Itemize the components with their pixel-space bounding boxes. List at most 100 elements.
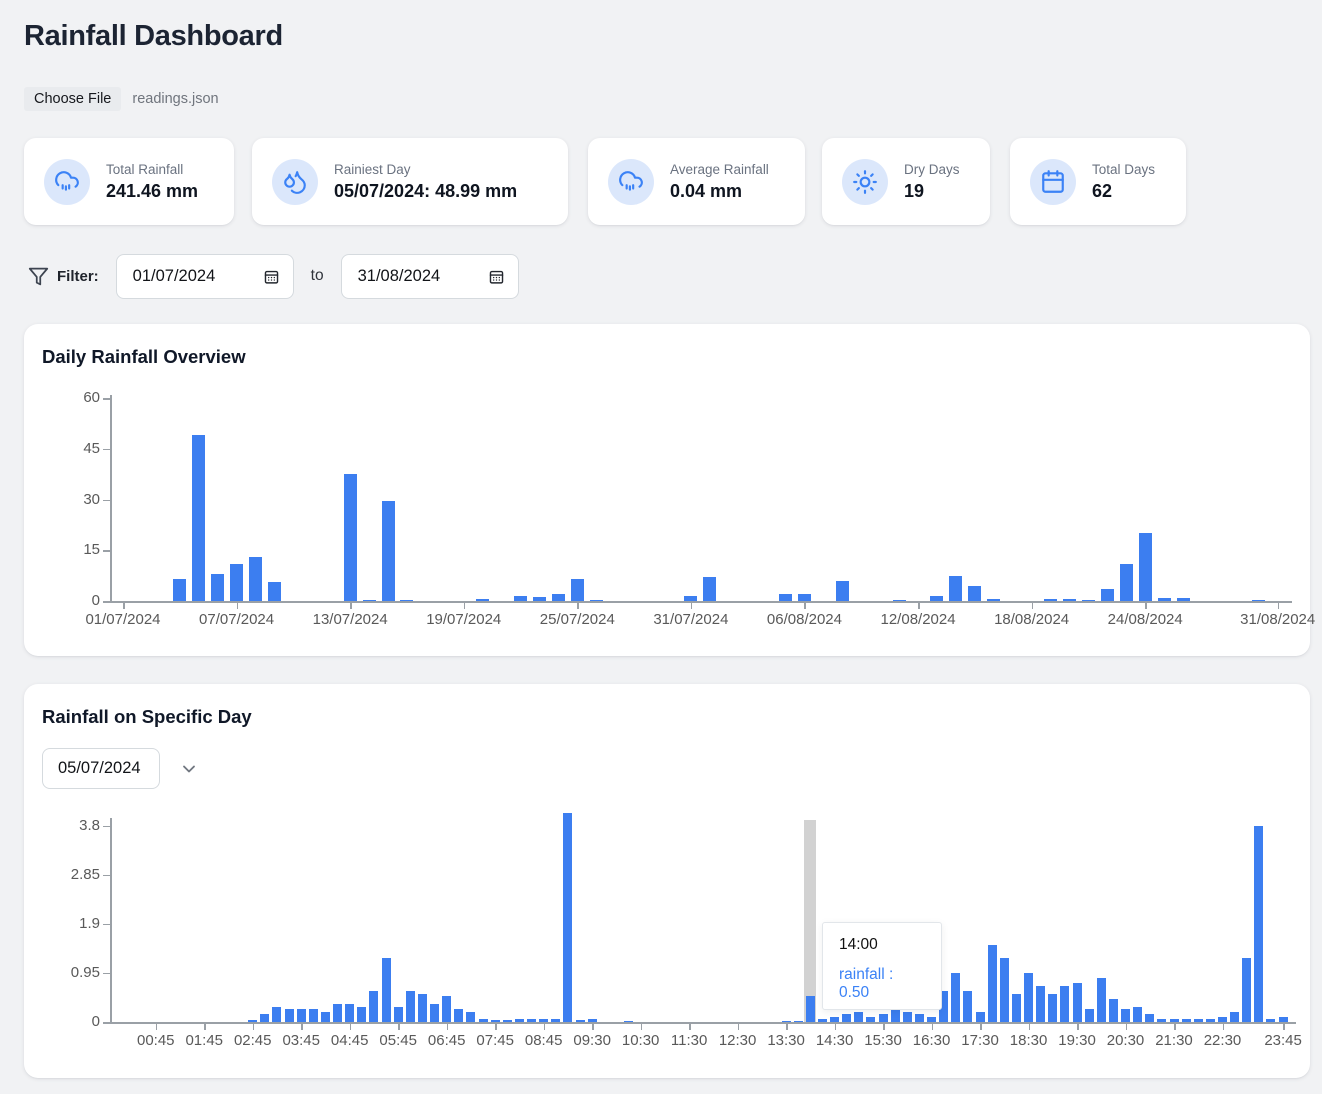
- bar[interactable]: [866, 1017, 875, 1022]
- bar[interactable]: [590, 600, 603, 601]
- bar[interactable]: [248, 1020, 257, 1022]
- bar[interactable]: [466, 1012, 475, 1022]
- bar[interactable]: [1157, 1019, 1166, 1022]
- bar[interactable]: [806, 996, 815, 1022]
- bar[interactable]: [503, 1020, 512, 1022]
- bar[interactable]: [1082, 600, 1095, 601]
- bar[interactable]: [927, 1017, 936, 1022]
- bar[interactable]: [1000, 958, 1009, 1023]
- bar[interactable]: [782, 1021, 791, 1022]
- bar[interactable]: [369, 991, 378, 1022]
- bar[interactable]: [1158, 598, 1171, 601]
- bar[interactable]: [1194, 1019, 1203, 1022]
- bar[interactable]: [684, 596, 697, 601]
- bar[interactable]: [297, 1009, 306, 1022]
- bar[interactable]: [533, 597, 546, 601]
- bar[interactable]: [968, 586, 981, 601]
- bar[interactable]: [260, 1014, 269, 1022]
- bar[interactable]: [1012, 994, 1021, 1022]
- bar[interactable]: [930, 596, 943, 601]
- bar[interactable]: [915, 1014, 924, 1022]
- bar[interactable]: [514, 596, 527, 601]
- bar[interactable]: [285, 1009, 294, 1022]
- bar[interactable]: [1230, 1012, 1239, 1022]
- bar[interactable]: [1073, 983, 1082, 1022]
- bar[interactable]: [836, 581, 849, 601]
- bar[interactable]: [1044, 599, 1057, 601]
- bar[interactable]: [192, 435, 205, 601]
- bar[interactable]: [903, 1012, 912, 1022]
- bar[interactable]: [987, 599, 1000, 601]
- calendar-picker-icon[interactable]: [488, 268, 505, 285]
- bar[interactable]: [1120, 564, 1133, 601]
- bar[interactable]: [552, 594, 565, 601]
- bar[interactable]: [879, 1014, 888, 1022]
- bar[interactable]: [272, 1007, 281, 1022]
- bar[interactable]: [976, 1012, 985, 1022]
- bar[interactable]: [345, 1004, 354, 1022]
- bar[interactable]: [1218, 1017, 1227, 1022]
- bar[interactable]: [988, 945, 997, 1022]
- date-to-input[interactable]: 31/08/2024: [341, 254, 519, 299]
- date-from-input[interactable]: 01/07/2024: [116, 254, 294, 299]
- bar[interactable]: [406, 991, 415, 1022]
- bar[interactable]: [1252, 600, 1265, 601]
- bar[interactable]: [818, 1019, 827, 1022]
- bar[interactable]: [571, 579, 584, 601]
- bar[interactable]: [1085, 1009, 1094, 1022]
- bar[interactable]: [893, 600, 906, 601]
- bar[interactable]: [1177, 598, 1190, 601]
- bar[interactable]: [527, 1019, 536, 1022]
- bar[interactable]: [539, 1019, 548, 1022]
- bar[interactable]: [1254, 826, 1263, 1022]
- bar[interactable]: [479, 1019, 488, 1022]
- calendar-picker-icon[interactable]: [263, 268, 280, 285]
- choose-file-button[interactable]: Choose File: [24, 87, 121, 111]
- bar[interactable]: [854, 1012, 863, 1022]
- bar[interactable]: [588, 1019, 597, 1022]
- bar[interactable]: [1266, 1019, 1275, 1022]
- bar[interactable]: [1182, 1019, 1191, 1022]
- bar[interactable]: [842, 1014, 851, 1022]
- bar[interactable]: [1024, 973, 1033, 1022]
- bar[interactable]: [779, 594, 792, 601]
- bar[interactable]: [515, 1019, 524, 1022]
- bar[interactable]: [1121, 1009, 1130, 1022]
- bar[interactable]: [382, 501, 395, 601]
- bar[interactable]: [1101, 589, 1114, 601]
- bar[interactable]: [1063, 599, 1076, 601]
- bar[interactable]: [1206, 1019, 1215, 1022]
- bar[interactable]: [430, 1004, 439, 1022]
- bar[interactable]: [454, 1009, 463, 1022]
- bar[interactable]: [491, 1020, 500, 1022]
- bar[interactable]: [173, 579, 186, 601]
- bar[interactable]: [963, 991, 972, 1022]
- bar[interactable]: [476, 599, 489, 601]
- bar[interactable]: [1036, 986, 1045, 1022]
- bar[interactable]: [418, 994, 427, 1022]
- bar[interactable]: [1133, 1007, 1142, 1022]
- bar[interactable]: [230, 564, 243, 601]
- bar[interactable]: [951, 973, 960, 1022]
- bar[interactable]: [1060, 986, 1069, 1022]
- bar[interactable]: [442, 996, 451, 1022]
- bar[interactable]: [949, 576, 962, 601]
- bar[interactable]: [363, 600, 376, 601]
- bar[interactable]: [344, 474, 357, 601]
- bar[interactable]: [333, 1004, 342, 1022]
- bar[interactable]: [830, 1017, 839, 1022]
- bar[interactable]: [382, 958, 391, 1023]
- bar[interactable]: [1145, 1014, 1154, 1022]
- bar[interactable]: [249, 557, 262, 601]
- bar[interactable]: [798, 594, 811, 601]
- bar[interactable]: [576, 1020, 585, 1022]
- bar[interactable]: [703, 577, 716, 601]
- bar[interactable]: [1048, 994, 1057, 1022]
- bar[interactable]: [1109, 999, 1118, 1022]
- bar[interactable]: [1170, 1019, 1179, 1022]
- bar[interactable]: [1279, 1017, 1288, 1022]
- bar[interactable]: [1097, 978, 1106, 1022]
- bar[interactable]: [624, 1021, 633, 1022]
- bar[interactable]: [309, 1009, 318, 1022]
- bar[interactable]: [400, 600, 413, 601]
